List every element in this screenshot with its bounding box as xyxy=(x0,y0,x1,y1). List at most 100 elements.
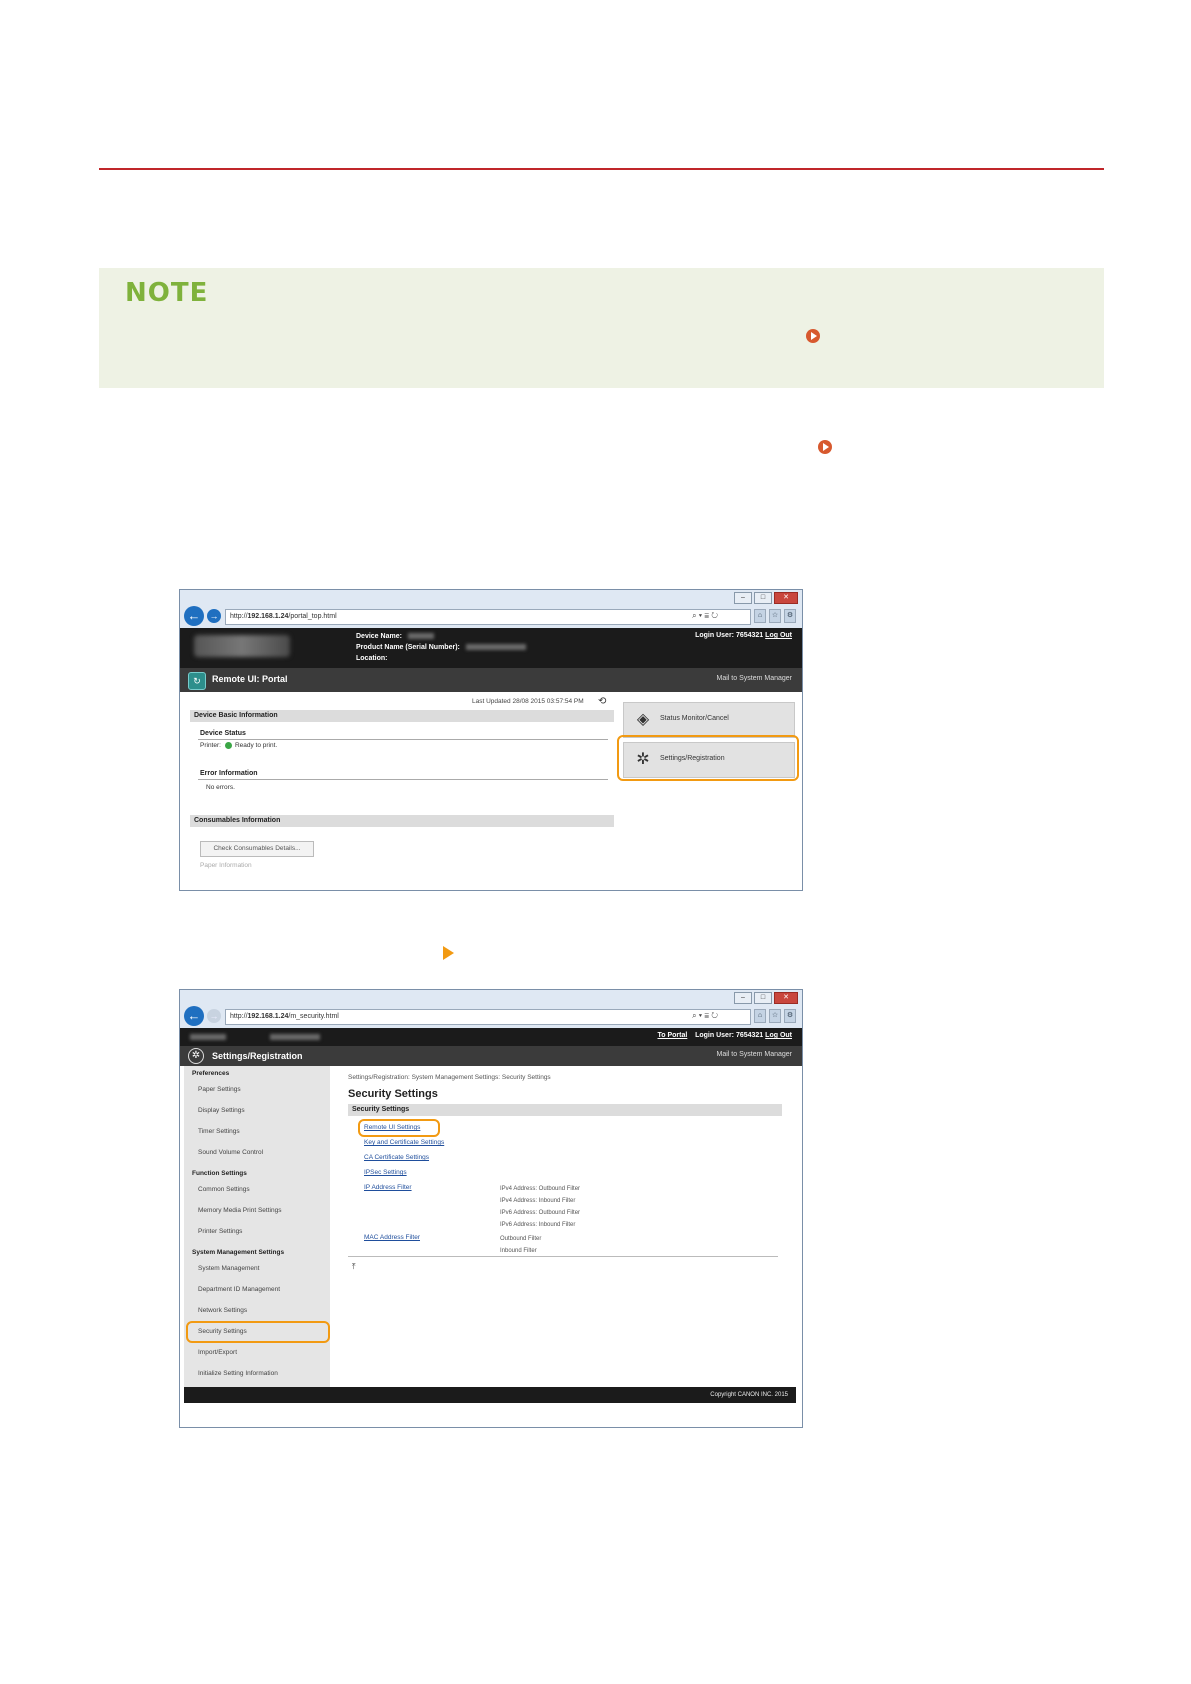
minimize-icon[interactable]: – xyxy=(734,992,752,1004)
check-consumables-button[interactable]: Check Consumables Details... xyxy=(200,841,314,857)
address-bar[interactable]: http://192.168.1.24/portal_top.html xyxy=(225,609,751,625)
mail-to-manager-link[interactable]: Mail to System Manager xyxy=(717,675,792,682)
section-rule xyxy=(99,168,1104,170)
status-ok-icon xyxy=(224,742,232,749)
home-icon[interactable]: ⌂ xyxy=(754,609,766,623)
favorites-icon[interactable]: ☆ xyxy=(769,609,781,623)
home-icon[interactable]: ⌂ xyxy=(754,1009,766,1023)
to-portal-link[interactable]: To Portal xyxy=(658,1032,688,1039)
sidebar-item-paper-settings[interactable]: Paper Settings xyxy=(198,1086,241,1093)
section-header: Consumables Information xyxy=(190,815,614,827)
tools-icon[interactable]: ⚙ xyxy=(784,1009,796,1023)
filter-item: Inbound Filter xyxy=(500,1248,537,1254)
refresh-icon[interactable]: ⟲ xyxy=(598,696,606,707)
mail-to-manager-link[interactable]: Mail to System Manager xyxy=(717,1051,792,1058)
ip-address-filter-link[interactable]: IP Address Filter xyxy=(364,1184,412,1191)
portal-icon: ↻ xyxy=(188,672,206,690)
close-icon[interactable]: ✕ xyxy=(774,592,798,604)
browser-address-row: ← → http://192.168.1.24/m_security.html … xyxy=(180,1006,802,1028)
forward-arrow-icon[interactable]: → xyxy=(207,1009,221,1023)
sidebar-item-memory-media[interactable]: Memory Media Print Settings xyxy=(198,1207,281,1214)
note-title: NOTE xyxy=(125,278,209,308)
sidebar-item-printer-settings[interactable]: Printer Settings xyxy=(198,1228,242,1235)
window-titlebar: – □ ✕ xyxy=(180,990,802,1006)
filter-item: IPv4 Address: Outbound Filter xyxy=(500,1186,581,1192)
close-icon[interactable]: ✕ xyxy=(774,992,798,1004)
ipsec-settings-link[interactable]: IPSec Settings xyxy=(364,1169,407,1176)
login-user-value: 7654321 xyxy=(735,1032,764,1039)
location-label: Location: xyxy=(356,655,388,662)
reference-link-icon[interactable] xyxy=(806,329,820,343)
status-monitor-button[interactable]: ◈ Status Monitor/Cancel xyxy=(623,702,795,738)
logout-link[interactable]: Log Out xyxy=(765,1032,792,1039)
back-arrow-icon[interactable]: ← xyxy=(184,1006,204,1026)
page-heading: Security Settings xyxy=(348,1088,438,1100)
login-user-label: Login User: xyxy=(695,632,734,639)
sidebar-item-network-settings[interactable]: Network Settings xyxy=(198,1307,247,1314)
printer-status: Printer: Ready to print. xyxy=(200,742,278,750)
sidebar-heading: Preferences xyxy=(192,1070,230,1077)
sidebar-item-system-management[interactable]: System Management xyxy=(198,1265,259,1272)
highlight-ring xyxy=(358,1119,440,1137)
sidebar-item-common-settings[interactable]: Common Settings xyxy=(198,1186,250,1193)
sidebar-item-initialize[interactable]: Initialize Setting Information xyxy=(198,1370,278,1377)
address-bar[interactable]: http://192.168.1.24/m_security.html xyxy=(225,1009,751,1025)
back-arrow-icon[interactable]: ← xyxy=(184,606,204,626)
page-title: Remote UI: Portal xyxy=(212,674,288,684)
reference-link-icon[interactable] xyxy=(818,440,832,454)
subsection-title: Device Status xyxy=(200,730,246,737)
sidebar-heading: System Management Settings xyxy=(192,1249,285,1256)
page-title: Settings/Registration xyxy=(212,1051,303,1061)
key-certificate-link[interactable]: Key and Certificate Settings xyxy=(364,1139,444,1146)
sidebar-item-sound-volume[interactable]: Sound Volume Control xyxy=(198,1149,263,1156)
page-titlebar: ↻ Remote UI: Portal Mail to System Manag… xyxy=(180,668,802,692)
browser-address-row: ← → http://192.168.1.24/portal_top.html … xyxy=(180,606,802,628)
settings-icon: ✲ xyxy=(188,1048,204,1064)
highlight-ring xyxy=(617,735,799,781)
settings-sidebar: Preferences Paper Settings Display Setti… xyxy=(184,1066,330,1402)
filter-item: Outbound Filter xyxy=(500,1236,542,1242)
window-titlebar: – □ ✕ xyxy=(180,590,802,606)
highlight-ring xyxy=(186,1321,330,1343)
device-header: Device Name: Product Name (Serial Number… xyxy=(180,628,802,668)
forward-arrow-icon[interactable]: → xyxy=(207,609,221,623)
maximize-icon[interactable]: □ xyxy=(754,992,772,1004)
login-user-label: Login User: xyxy=(695,1032,734,1039)
filter-item: IPv6 Address: Inbound Filter xyxy=(500,1222,576,1228)
maximize-icon[interactable]: □ xyxy=(754,592,772,604)
breadcrumb: Settings/Registration: System Management… xyxy=(348,1074,551,1081)
sidebar-item-import-export[interactable]: Import/Export xyxy=(198,1349,237,1356)
last-updated: Last Updated 28/08 2015 03:57:54 PM xyxy=(472,698,584,705)
sidebar-item-timer-settings[interactable]: Timer Settings xyxy=(198,1128,240,1135)
screenshot-remote-ui-portal: – □ ✕ ← → http://192.168.1.24/portal_top… xyxy=(179,589,803,891)
tools-icon[interactable]: ⚙ xyxy=(784,609,796,623)
page-titlebar: ✲ Settings/Registration Mail to System M… xyxy=(180,1046,802,1066)
brand-logo xyxy=(194,635,290,657)
copyright-footer: Copyright CANON INC. 2015 xyxy=(184,1387,796,1403)
device-header: To Portal Login User: 7654321 Log Out xyxy=(180,1028,802,1046)
status-monitor-label: Status Monitor/Cancel xyxy=(660,715,729,722)
minimize-icon[interactable]: – xyxy=(734,592,752,604)
filter-item: IPv4 Address: Inbound Filter xyxy=(500,1198,576,1204)
step-arrow-icon xyxy=(443,946,454,960)
address-controls-icon[interactable]: ⌕ ▾ ≣ ↻ xyxy=(692,609,718,623)
login-user-value: 7654321 xyxy=(735,632,764,639)
favorites-icon[interactable]: ☆ xyxy=(769,1009,781,1023)
sidebar-item-display-settings[interactable]: Display Settings xyxy=(198,1107,245,1114)
filter-item: IPv6 Address: Outbound Filter xyxy=(500,1210,581,1216)
section-header: Security Settings xyxy=(348,1104,782,1116)
product-name-label: Product Name (Serial Number): xyxy=(356,644,460,651)
mac-address-filter-link[interactable]: MAC Address Filter xyxy=(364,1234,420,1241)
screenshot-security-settings: – □ ✕ ← → http://192.168.1.24/m_security… xyxy=(179,989,803,1428)
note-box: NOTE xyxy=(99,268,1104,388)
sidebar-item-department-id[interactable]: Department ID Management xyxy=(198,1286,280,1293)
subsection-title: Error Information xyxy=(200,770,258,777)
device-name-label: Device Name: xyxy=(356,633,402,640)
back-to-top-icon[interactable]: ⤒ xyxy=(352,1262,356,1272)
error-text: No errors. xyxy=(206,784,235,791)
eye-icon: ◈ xyxy=(636,711,650,728)
ca-certificate-link[interactable]: CA Certificate Settings xyxy=(364,1154,429,1161)
logout-link[interactable]: Log Out xyxy=(765,632,792,639)
section-header: Device Basic Information xyxy=(190,710,614,722)
address-controls-icon[interactable]: ⌕ ▾ ≣ ↻ xyxy=(692,1009,718,1023)
